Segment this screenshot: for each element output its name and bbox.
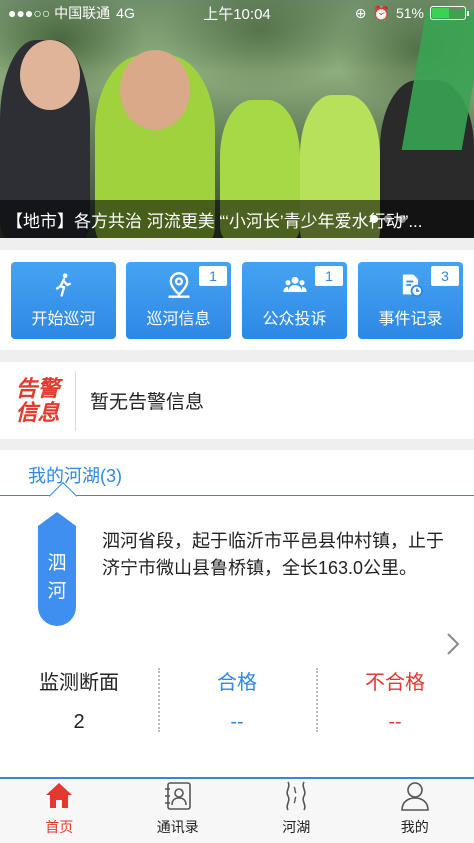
carousel-dot[interactable]: [370, 215, 378, 223]
photo-person-head: [20, 40, 80, 110]
chevron-right-icon[interactable]: [446, 632, 460, 656]
map-pin-icon: [168, 272, 189, 298]
tab-home[interactable]: 首页: [0, 779, 119, 843]
tab-label: 我的: [400, 819, 429, 835]
tab-rivers[interactable]: 河湖: [237, 779, 356, 843]
document-clock-icon: [402, 274, 423, 297]
stat-monitoring-sections[interactable]: 监测断面 2: [0, 660, 158, 750]
tab-contacts[interactable]: 通讯录: [119, 779, 238, 843]
news-banner[interactable]: ●●●○○ 中国联通 4G 上午10:04 ⊕ ⏰ 51% 【地市】各方共治 河…: [0, 0, 474, 238]
carousel-dots: [370, 215, 406, 223]
battery-icon: [430, 6, 469, 20]
river-description: 泗河省段，起于临沂市平邑县仲村镇，止于济宁市微山县鲁桥镇，全长163.0公里。: [102, 531, 444, 578]
river-name-char: 泗: [47, 553, 67, 574]
tab-label: 首页: [45, 819, 74, 835]
badge-count: 1: [199, 266, 227, 286]
stat-unqualified[interactable]: 不合格 --: [316, 660, 474, 750]
alert-logo: 告警 信息: [0, 370, 76, 431]
alert-logo-line: 信息: [15, 399, 60, 425]
my-rivers-panel: 我的河湖(3) 泗 河 泗河省段，起于临沂市平邑县仲村镇，止于济宁市微山县鲁桥镇…: [0, 450, 474, 778]
status-bar: ●●●○○ 中国联通 4G 上午10:04 ⊕ ⏰ 51%: [0, 0, 474, 26]
stat-label: 监测断面: [39, 672, 119, 694]
action-label: 巡河信息: [146, 311, 211, 328]
bottom-tab-bar: 首页 通讯录 河湖 我的: [0, 779, 474, 843]
action-label: 公众投诉: [262, 311, 327, 328]
stat-label: 合格: [217, 672, 257, 694]
carousel-dot[interactable]: [398, 215, 406, 223]
tab-my-rivers[interactable]: 我的河湖(3): [28, 462, 122, 488]
contacts-icon: [164, 782, 191, 810]
patrol-info-button[interactable]: 1 巡河信息: [126, 262, 231, 339]
tab-mine[interactable]: 我的: [356, 779, 474, 843]
clock: 上午10:04: [203, 5, 271, 23]
event-record-button[interactable]: 3 事件记录: [358, 262, 463, 339]
my-rivers-tab-bar: 我的河湖(3): [0, 450, 474, 511]
photo-person-head: [120, 50, 190, 130]
walk-icon: [55, 273, 71, 297]
badge-count: 3: [431, 266, 459, 286]
alert-panel[interactable]: 告警 信息 暂无告警信息: [0, 362, 474, 439]
action-label: 事件记录: [378, 311, 443, 328]
alert-message: 暂无告警信息: [90, 392, 205, 413]
river-name-char: 河: [47, 581, 67, 602]
start-patrol-button[interactable]: 开始巡河: [11, 262, 116, 339]
badge-count: 1: [315, 266, 343, 286]
action-label: 开始巡河: [31, 311, 96, 328]
alert-logo-line: 告警: [15, 375, 60, 401]
carousel-dot[interactable]: [384, 215, 392, 223]
public-complaint-button[interactable]: 1 公众投诉: [242, 262, 347, 339]
monitoring-stats: 监测断面 2 合格 -- 不合格 --: [0, 660, 474, 750]
stat-value: 2: [73, 711, 85, 733]
quick-actions: 开始巡河 1 巡河信息 1 公众投诉 3 事件记录: [0, 250, 474, 350]
home-icon: [46, 783, 73, 808]
user-icon: [400, 782, 429, 811]
river-name-tag: 泗 河: [38, 512, 76, 626]
stat-value: --: [388, 711, 402, 733]
stat-qualified[interactable]: 合格 --: [158, 660, 316, 750]
tab-label: 通讯录: [156, 819, 199, 835]
stat-label: 不合格: [365, 672, 425, 694]
river-icon: [286, 781, 306, 811]
tab-label: 河湖: [282, 819, 311, 835]
group-icon: [282, 276, 307, 292]
stat-value: --: [230, 711, 244, 733]
